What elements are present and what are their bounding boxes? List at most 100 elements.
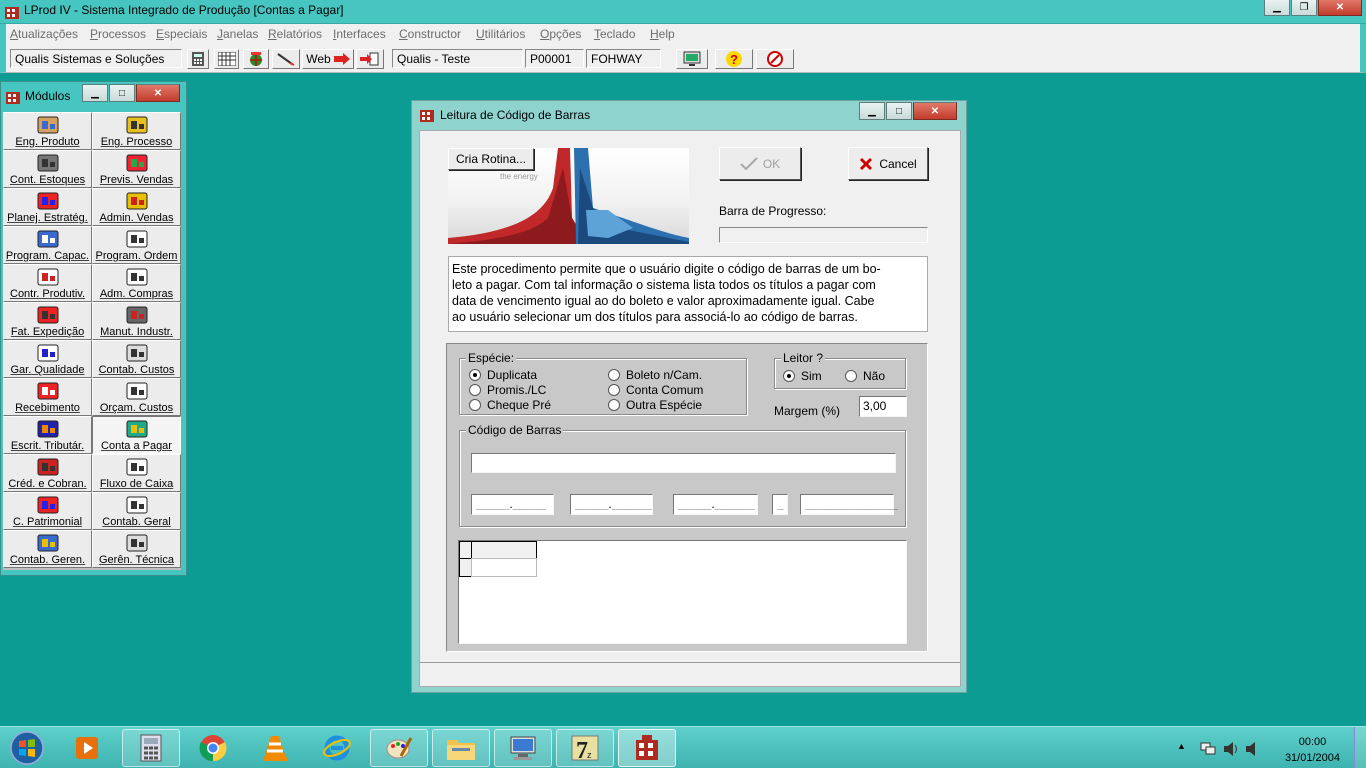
taskbar-file-explorer[interactable] — [432, 729, 490, 767]
module-contab-geren[interactable]: Contab. Geren. — [3, 530, 92, 568]
module-planej-estrateg[interactable]: Planej. Estratég. — [3, 188, 92, 226]
minimize-icon: ▁ — [91, 87, 99, 99]
taskbar-vlc[interactable] — [246, 729, 304, 767]
module-c-patrimonial[interactable]: C. Patrimonial — [3, 492, 92, 530]
menu-relatorios[interactable]: Relatórios — [268, 27, 322, 41]
leitor-group: Leitor ? Sim Não — [774, 351, 906, 389]
quit-button[interactable] — [756, 49, 794, 69]
module-contr-produtiv[interactable]: Contr. Produtiv. — [3, 264, 92, 302]
menu-constructor[interactable]: Constructor — [399, 27, 461, 41]
start-button[interactable] — [2, 729, 52, 767]
radio-duplicata[interactable]: Duplicata — [469, 368, 537, 382]
module-program-ordem[interactable]: Program. Ordem — [92, 226, 181, 264]
radio-dot — [608, 369, 620, 381]
show-desktop-button[interactable] — [1354, 727, 1366, 768]
results-grid[interactable] — [458, 540, 907, 644]
close-icon: ✕ — [1335, 2, 1345, 13]
module-conta-a-pagar[interactable]: Conta a Pagar — [92, 416, 181, 454]
monitor-button[interactable] — [676, 49, 708, 69]
module-admin-vendas[interactable]: Admin. Vendas — [92, 188, 181, 226]
menu-help[interactable]: Help — [650, 27, 675, 41]
menu-atualizacoes[interactable]: Atualizações — [10, 27, 78, 41]
module-label: Adm. Compras — [99, 288, 174, 300]
module-fluxo-de-caixa[interactable]: Fluxo de Caixa — [92, 454, 181, 492]
taskbar-calculator[interactable] — [122, 729, 180, 767]
module-contab-geral[interactable]: Contab. Geral — [92, 492, 181, 530]
radio-leitor-nao[interactable]: Não — [845, 369, 885, 383]
barcode-input[interactable] — [471, 453, 896, 473]
taskbar-clock[interactable]: 00:00 31/01/2004 — [1285, 734, 1340, 766]
ok-button[interactable]: OK — [719, 147, 801, 180]
module-label: Planej. Estratég. — [7, 212, 88, 224]
exit-button[interactable] — [356, 49, 384, 69]
menu-opcoes[interactable]: Opções — [540, 27, 581, 41]
menu-utilitarios[interactable]: Utilitários — [476, 27, 525, 41]
help-button[interactable]: ? — [715, 49, 753, 69]
margem-input[interactable]: 3,00 — [859, 396, 907, 417]
module-cont-estoques[interactable]: Cont. Estoques — [3, 150, 92, 188]
dialog-close-button[interactable]: ✕ — [913, 102, 957, 120]
module-adm-compras[interactable]: Adm. Compras — [92, 264, 181, 302]
radio-promis-lc[interactable]: Promis./LC — [469, 383, 546, 397]
taskbar-paint[interactable] — [370, 729, 428, 767]
modules-minimize-button[interactable]: ▁ — [82, 84, 108, 102]
radio-outra-especie[interactable]: Outra Espécie — [608, 398, 702, 412]
dialog-client: ONEARSH the energy Cria Rotina... OK Can… — [419, 130, 961, 687]
module-label: Fluxo de Caixa — [99, 478, 174, 490]
network-tray-icon[interactable] — [1200, 742, 1216, 756]
close-button[interactable]: ✕ — [1318, 0, 1362, 16]
taskbar-7zip[interactable]: 7z — [556, 729, 614, 767]
radio-cheque-pre[interactable]: Cheque Pré — [469, 398, 551, 412]
margem-label: Margem (%) — [774, 404, 841, 418]
module-recebimento[interactable]: Recebimento — [3, 378, 92, 416]
module-manut-industr[interactable]: Manut. Industr. — [92, 302, 181, 340]
taskbar-media-player[interactable] — [58, 729, 116, 767]
calculator-button[interactable] — [187, 49, 209, 69]
calendar-button[interactable] — [214, 49, 239, 69]
radio-boleto[interactable]: Boleto n/Cam. — [608, 368, 702, 382]
module-eng-processo[interactable]: Eng. Processo — [92, 112, 181, 150]
menu-processos[interactable]: Processos — [90, 27, 146, 41]
module-program-capac[interactable]: Program. Capac. — [3, 226, 92, 264]
dialog-minimize-button[interactable]: ▁ — [859, 102, 885, 120]
tray-expand-icon[interactable]: ▲ — [1177, 741, 1186, 751]
minimize-button[interactable]: ▁ — [1264, 0, 1290, 16]
taskbar-chrome[interactable] — [184, 729, 242, 767]
module-fat-expedicao[interactable]: Fat. Expedição — [3, 302, 92, 340]
barcode-part-5[interactable]: ______________ — [800, 494, 898, 515]
menu-especiais[interactable]: Especiais — [156, 27, 207, 41]
barcode-check-digit[interactable]: _ — [772, 494, 788, 515]
barcode-part-3[interactable]: _____.______ — [673, 494, 758, 515]
world-button[interactable] — [243, 49, 269, 69]
taskbar-internet-explorer[interactable] — [308, 729, 366, 767]
module-gar-qualidade[interactable]: Gar. Qualidade — [3, 340, 92, 378]
module-eng-produto[interactable]: Eng. Produto — [3, 112, 92, 150]
volume-icon[interactable] — [1223, 742, 1239, 756]
module-contab-custos[interactable]: Contab. Custos — [92, 340, 181, 378]
module-label: Contab. Geren. — [9, 554, 86, 566]
taskbar-network[interactable] — [494, 729, 552, 767]
barcode-part-2[interactable]: _____.______ — [570, 494, 653, 515]
modules-close-button[interactable]: ✕ — [136, 84, 180, 102]
web-button[interactable]: Web — [302, 49, 354, 69]
module-orcam-custos[interactable]: Orçam. Custos — [92, 378, 181, 416]
module-cred-e-cobran[interactable]: Créd. e Cobran. — [3, 454, 92, 492]
modules-maximize-button[interactable]: □ — [109, 84, 135, 102]
dialog-maximize-button[interactable]: □ — [886, 102, 912, 120]
taskbar-lprod[interactable] — [618, 729, 676, 767]
module-escrit-tributar[interactable]: Escrit. Tributár. — [3, 416, 92, 454]
speaker-settings-icon[interactable] — [1245, 742, 1261, 756]
menu-janelas[interactable]: Janelas — [217, 27, 258, 41]
module-geren-tecnica[interactable]: Gerên. Técnica — [92, 530, 181, 568]
edit-button[interactable] — [272, 49, 300, 69]
maximize-button[interactable]: ❐ — [1291, 0, 1317, 16]
menu-teclado[interactable]: Teclado — [594, 27, 635, 41]
cancel-button[interactable]: Cancel — [848, 147, 928, 180]
module-previs-vendas[interactable]: Previs. Vendas — [92, 150, 181, 188]
cria-rotina-button[interactable]: Cria Rotina... — [448, 148, 534, 170]
radio-leitor-sim[interactable]: Sim — [783, 369, 822, 383]
barcode-part-1[interactable]: _____._____ — [471, 494, 554, 515]
menu-interfaces[interactable]: Interfaces — [333, 27, 386, 41]
radio-conta-comum[interactable]: Conta Comum — [608, 383, 703, 397]
modules-panel: Módulos ▁ □ ✕ Eng. Produto Eng. Processo C… — [0, 81, 187, 576]
